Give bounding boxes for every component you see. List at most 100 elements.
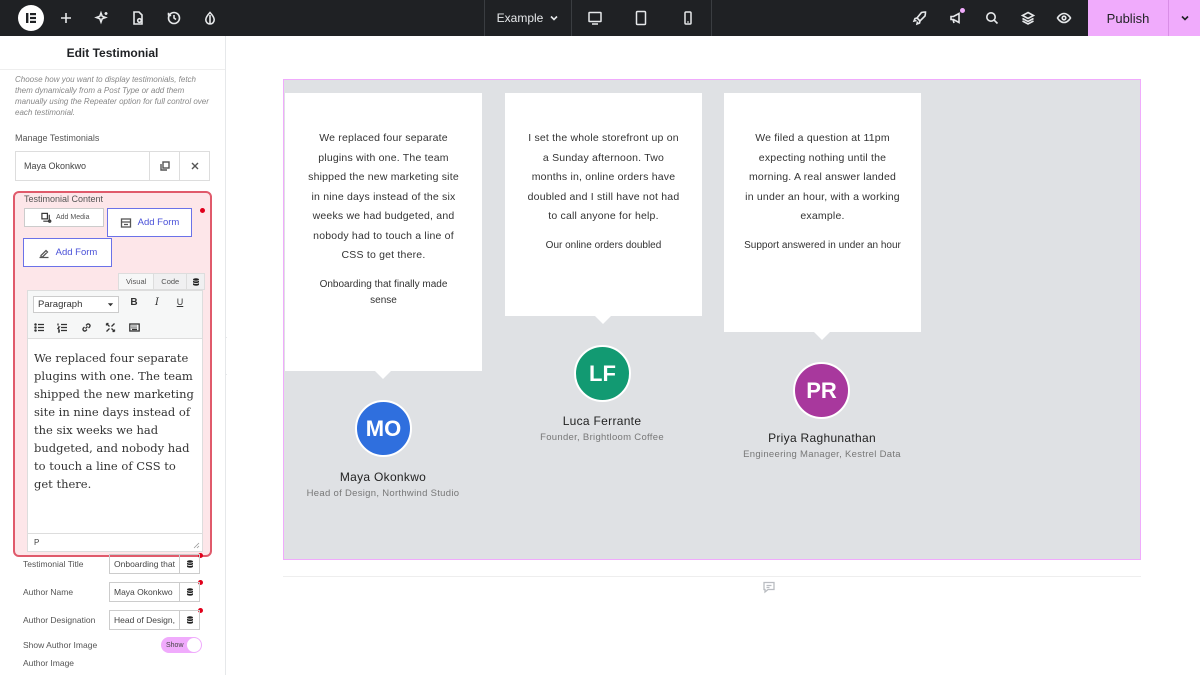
search-icon[interactable]	[974, 0, 1010, 36]
keyboard-icon	[129, 323, 140, 332]
dynamic-indicator-dot	[200, 208, 205, 213]
repeater-item[interactable]: Maya Okonkwo	[15, 151, 210, 181]
database-icon	[186, 588, 193, 596]
testimonial-title-input[interactable]: Onboarding that	[109, 554, 180, 574]
chevron-down-icon	[1180, 15, 1189, 21]
add-form-button-secondary[interactable]: Add Form	[23, 238, 112, 267]
publish-options-button[interactable]	[1168, 0, 1200, 36]
add-form-label: Add Form	[137, 217, 180, 228]
close-icon	[191, 162, 198, 170]
site-settings-drop-icon[interactable]	[192, 0, 228, 36]
tab-code[interactable]: Code	[154, 274, 186, 289]
dynamic-tags-button[interactable]	[180, 610, 200, 630]
launchpad-rocket-icon[interactable]	[902, 0, 938, 36]
tablet-icon[interactable]	[633, 10, 649, 26]
add-element-icon[interactable]	[48, 0, 84, 36]
author-designation: Founder, Brightloom Coffee	[540, 432, 664, 443]
author-name-input[interactable]: Maya Okonkwo	[109, 582, 180, 602]
testimonial-card[interactable]: We replaced four separate plugins with o…	[285, 93, 482, 379]
author-name-label: Author Name	[23, 587, 74, 597]
dynamic-tags-button[interactable]	[180, 582, 200, 602]
dynamic-tags-button[interactable]	[186, 274, 204, 289]
preview-canvas: We replaced four separate plugins with o…	[227, 36, 1200, 675]
underline-button[interactable]: U	[173, 297, 187, 307]
desktop-icon[interactable]	[587, 10, 603, 26]
mobile-icon[interactable]	[680, 10, 696, 26]
structure-layers-icon[interactable]	[1010, 0, 1046, 36]
toolbar-toggle-button[interactable]	[129, 320, 141, 332]
editor-tabs: Visual Code	[118, 273, 206, 290]
comment-icon[interactable]	[762, 580, 776, 594]
resize-grip-icon[interactable]	[192, 541, 200, 549]
add-form-button[interactable]: Add Form	[107, 208, 192, 237]
testimonial-title-field: Testimonial Title Onboarding that	[23, 553, 203, 575]
card-pointer	[375, 371, 391, 379]
tab-visual[interactable]: Visual	[119, 274, 155, 289]
device-switcher	[572, 0, 712, 36]
copy-icon	[159, 161, 170, 171]
document-name: Example	[496, 11, 544, 25]
author-designation-label: Author Designation	[23, 615, 96, 625]
add-media-button[interactable]: Add Media	[24, 208, 104, 227]
insert-link-button[interactable]	[81, 320, 93, 332]
document-selector[interactable]: Example	[484, 0, 572, 36]
testimonial-content-control: Testimonial Content Add Media Add Form A…	[13, 191, 212, 557]
testimonial-title: Support answered in under an hour	[744, 239, 901, 251]
avatar: PR	[793, 362, 850, 419]
edit-panel: Edit Testimonial Choose how you want to …	[0, 36, 226, 675]
database-icon	[186, 616, 193, 624]
testimonial-title: Our online orders doubled	[545, 239, 662, 251]
show-author-image-toggle[interactable]: Show	[161, 637, 202, 653]
duplicate-item-button[interactable]	[149, 152, 179, 180]
history-icon[interactable]	[156, 0, 192, 36]
preview-eye-icon[interactable]	[1046, 0, 1082, 36]
show-author-image-label: Show Author Image	[23, 640, 98, 650]
database-icon	[186, 560, 193, 568]
testimonial-card[interactable]: We filed a question at 11pm expecting no…	[724, 93, 921, 340]
page-settings-icon[interactable]	[120, 0, 156, 36]
database-icon	[192, 277, 199, 286]
paragraph-format-select[interactable]: Paragraph	[33, 296, 119, 313]
testimonial-title: Onboarding that finally made sense	[319, 278, 448, 306]
bold-button[interactable]: B	[127, 297, 141, 308]
author-name: Priya Raghunathan	[768, 431, 876, 445]
caret-down-icon	[107, 303, 114, 307]
editor-path-bar: P	[28, 533, 202, 551]
panel-description: Choose how you want to display testimoni…	[15, 75, 209, 117]
section-divider	[283, 576, 1141, 577]
card-pointer	[814, 332, 830, 340]
toggle-label: Show	[166, 641, 184, 649]
repeater-item-title: Maya Okonkwo	[24, 161, 87, 171]
publish-button[interactable]: Publish	[1088, 0, 1168, 36]
media-icon	[41, 212, 52, 223]
italic-button[interactable]: I	[150, 297, 164, 308]
avatar: LF	[574, 345, 631, 402]
testimonial-text: We filed a question at 11pm expecting no…	[745, 132, 900, 222]
author-designation: Engineering Manager, Kestrel Data	[743, 449, 901, 460]
form-edit-icon	[39, 249, 49, 258]
element-path: P	[34, 538, 40, 547]
ai-sparkle-icon[interactable]	[84, 0, 120, 36]
wysiwyg-editor: Paragraph B I U We replaced four separat…	[27, 290, 203, 552]
editor-content[interactable]: We replaced four separate plugins with o…	[28, 339, 202, 503]
author-image-label: Author Image	[23, 658, 75, 668]
whats-new-megaphone-icon[interactable]	[938, 0, 974, 36]
numbered-list-button[interactable]	[56, 320, 69, 333]
paragraph-format-value: Paragraph	[38, 299, 83, 310]
panel-title: Edit Testimonial	[0, 36, 225, 70]
author-designation-input[interactable]: Head of Design,	[109, 610, 180, 630]
manage-testimonials-label: Manage Testimonials	[15, 133, 100, 143]
fullscreen-button[interactable]	[105, 320, 117, 333]
testimonial-title-label: Testimonial Title	[23, 559, 84, 569]
avatar: MO	[355, 400, 412, 457]
remove-item-button[interactable]	[179, 152, 209, 180]
testimonial-text: We replaced four separate plugins with o…	[308, 132, 459, 261]
dynamic-tags-button[interactable]	[180, 554, 200, 574]
testimonial-card[interactable]: I set the whole storefront up on a Sunda…	[505, 93, 702, 324]
author-designation: Head of Design, Northwind Studio	[306, 488, 460, 499]
elementor-logo-icon[interactable]	[18, 5, 44, 31]
fullscreen-icon	[105, 322, 116, 333]
author-name: Maya Okonkwo	[339, 470, 427, 484]
testimonial-section[interactable]: We replaced four separate plugins with o…	[283, 79, 1141, 594]
bullet-list-button[interactable]	[34, 320, 46, 332]
